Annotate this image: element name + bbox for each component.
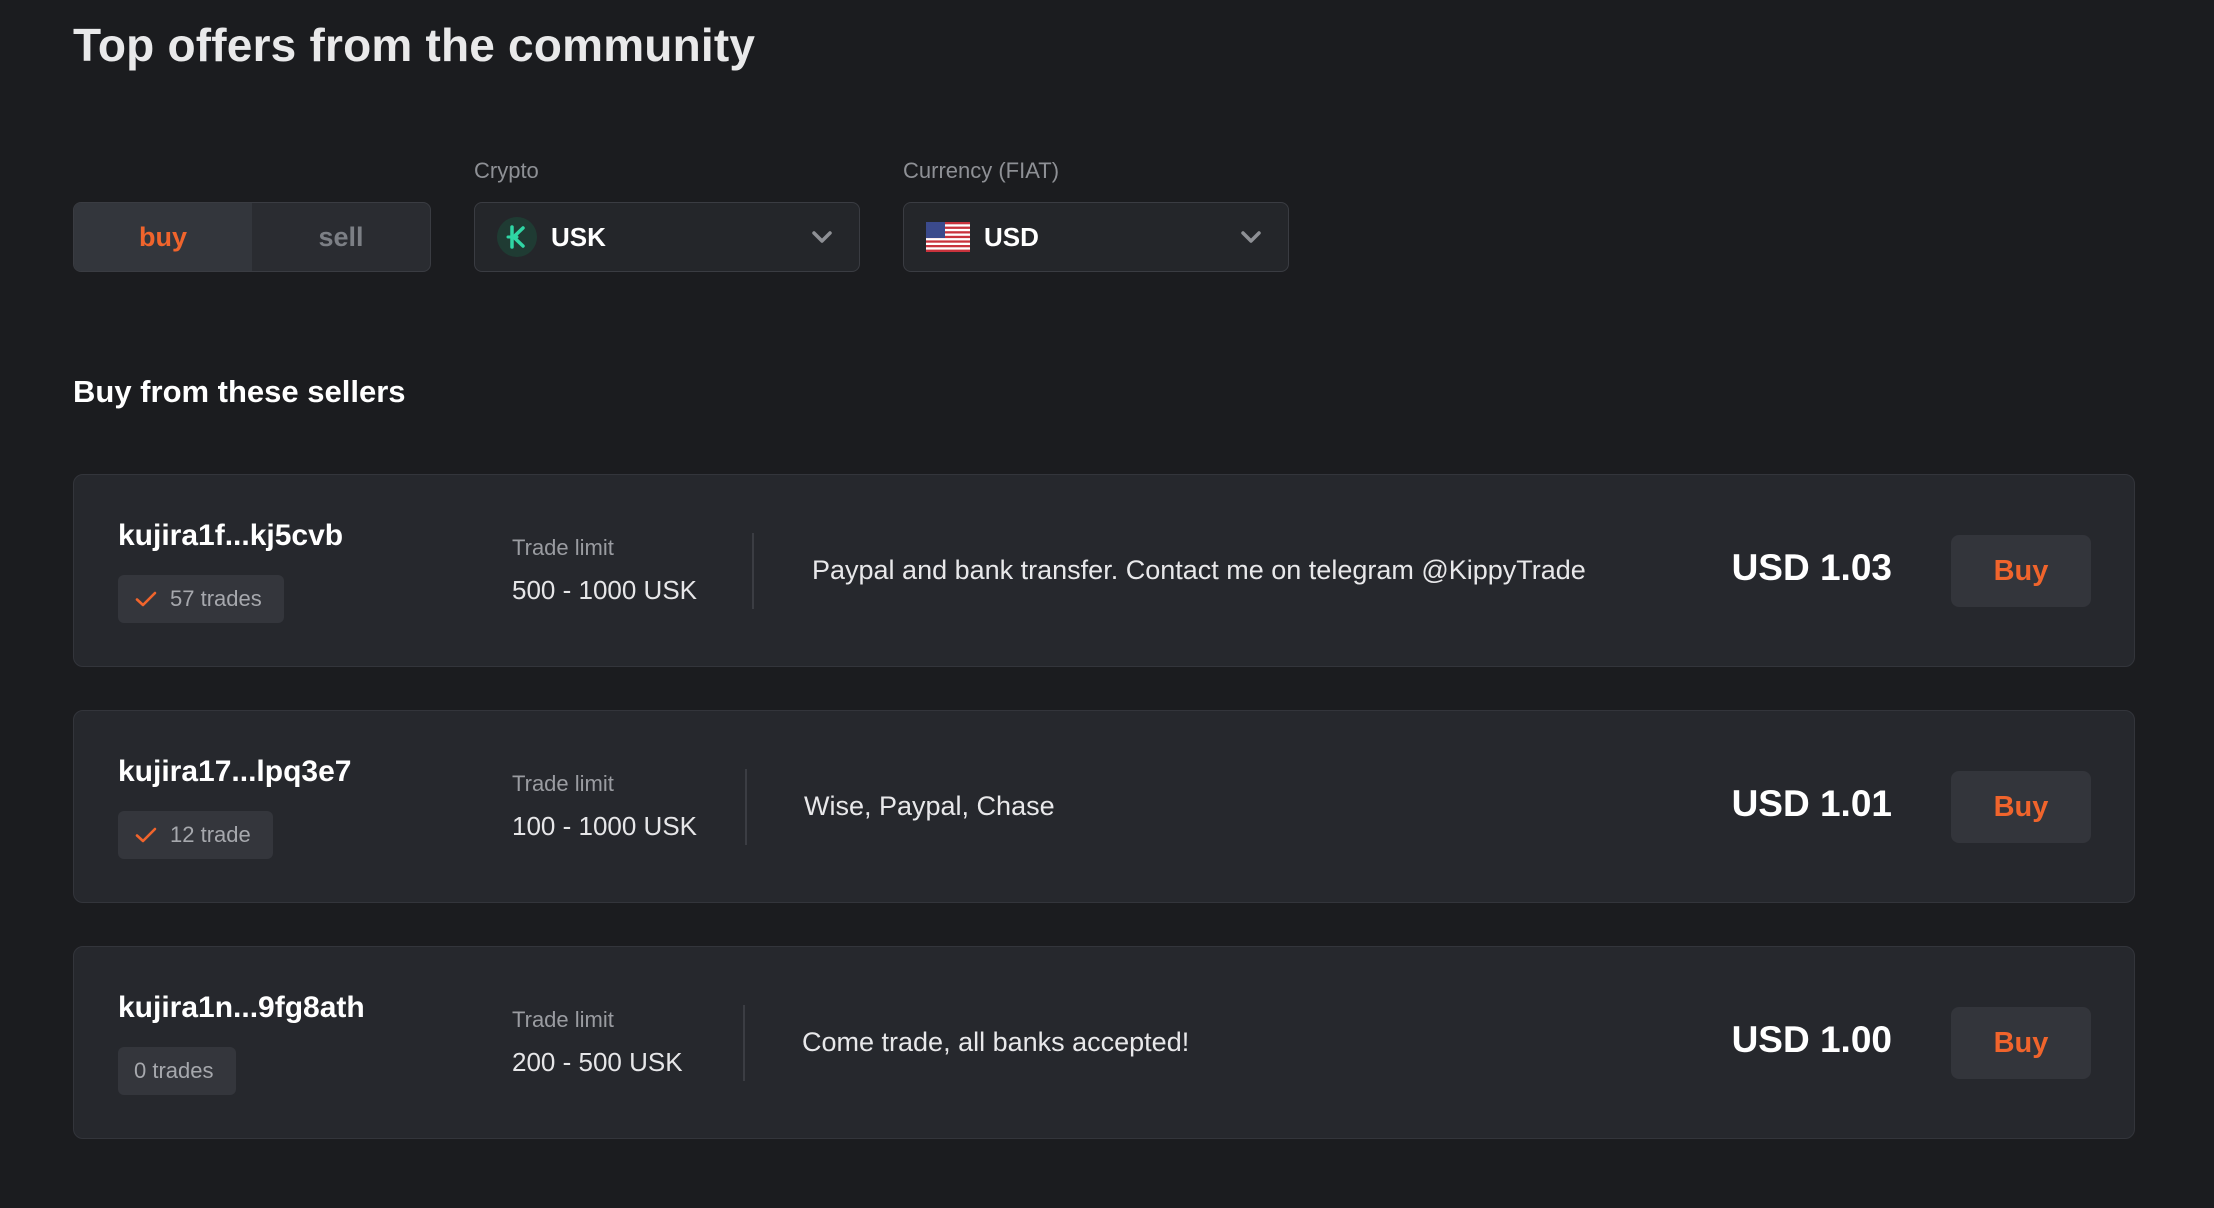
buy-button[interactable]: Buy	[1951, 1007, 2091, 1079]
trade-limit-value: 200 - 500 USK	[512, 1047, 683, 1077]
seller-address[interactable]: kujira1f...kj5cvb	[118, 519, 343, 553]
offer-description: Paypal and bank transfer. Contact me on …	[812, 555, 1586, 585]
offer-price: USD 1.00	[1731, 1019, 1892, 1060]
section-title: Buy from these sellers	[73, 374, 406, 409]
divider	[743, 1005, 745, 1081]
buy-tab[interactable]: buy	[74, 203, 252, 271]
offer-card: kujira1n...9fg8ath 0 trades Trade limit …	[73, 946, 2135, 1139]
usk-coin-icon	[497, 217, 537, 257]
chevron-down-icon	[812, 231, 832, 243]
seller-address[interactable]: kujira1n...9fg8ath	[118, 991, 365, 1025]
buy-button[interactable]: Buy	[1951, 535, 2091, 607]
offer-price: USD 1.01	[1731, 783, 1892, 824]
offer-price: USD 1.03	[1731, 547, 1892, 588]
trades-count: 0 trades	[134, 1058, 214, 1083]
trades-count: 12 trade	[170, 822, 251, 847]
page-title: Top offers from the community	[73, 19, 756, 71]
crypto-label: Crypto	[474, 158, 539, 183]
check-icon	[135, 591, 157, 607]
trades-badge: 12 trade	[118, 811, 273, 859]
fiat-label: Currency (FIAT)	[903, 158, 1060, 183]
trade-limit-label: Trade limit	[512, 535, 614, 560]
seller-address[interactable]: kujira17...lpq3e7	[118, 755, 351, 789]
offer-description: Wise, Paypal, Chase	[804, 791, 1055, 821]
chevron-down-icon	[1241, 231, 1261, 243]
crypto-select[interactable]: USK	[474, 202, 860, 272]
trade-limit-label: Trade limit	[512, 1007, 614, 1032]
us-flag-icon	[926, 222, 970, 252]
trade-limit-value: 100 - 1000 USK	[512, 811, 698, 841]
trades-count: 57 trades	[170, 586, 262, 611]
buy-button[interactable]: Buy	[1951, 771, 2091, 843]
divider	[752, 533, 754, 609]
check-icon	[135, 827, 157, 843]
trade-limit-value: 500 - 1000 USK	[512, 575, 698, 605]
divider	[745, 769, 747, 845]
offer-card: kujira17...lpq3e7 12 trade Trade limit 1…	[73, 710, 2135, 903]
trades-badge: 0 trades	[118, 1047, 236, 1095]
crypto-select-value: USK	[551, 221, 606, 252]
trades-badge: 57 trades	[118, 575, 284, 623]
offer-description: Come trade, all banks accepted!	[802, 1027, 1190, 1057]
trade-limit-label: Trade limit	[512, 771, 614, 796]
sell-tab[interactable]: sell	[252, 203, 430, 271]
offer-card: kujira1f...kj5cvb 57 trades Trade limit …	[73, 474, 2135, 667]
fiat-select[interactable]: USD	[903, 202, 1289, 272]
fiat-select-value: USD	[984, 221, 1039, 252]
buy-sell-toggle[interactable]: buy sell	[73, 202, 431, 272]
